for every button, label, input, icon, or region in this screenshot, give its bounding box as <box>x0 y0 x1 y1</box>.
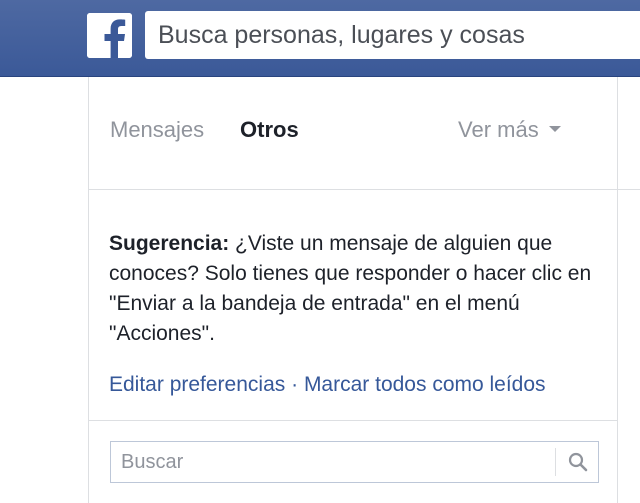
chevron-down-icon <box>548 126 561 133</box>
tip-message: Sugerencia: ¿Viste un mensaje de alguien… <box>109 229 604 349</box>
action-links: Editar preferencias · Marcar todos como … <box>109 373 546 397</box>
mark-all-read-link[interactable]: Marcar todos como leídos <box>304 373 546 396</box>
link-separator: · <box>285 373 304 396</box>
message-search-input[interactable]: Buscar <box>110 441 599 483</box>
tab-otros[interactable]: Otros <box>240 117 299 143</box>
ver-mas-label: Ver más <box>458 117 539 142</box>
search-button[interactable] <box>555 448 598 476</box>
tab-mensajes[interactable]: Mensajes <box>110 117 204 143</box>
search-icon <box>568 452 588 472</box>
message-tabs: Mensajes Otros Ver más <box>89 77 617 190</box>
edit-preferences-link[interactable]: Editar preferencias <box>109 373 285 396</box>
tip-label: Sugerencia: <box>109 232 230 255</box>
right-content-strip <box>618 190 640 503</box>
ver-mas-dropdown[interactable]: Ver más <box>458 117 561 143</box>
left-margin <box>0 77 88 503</box>
messages-panel: Mensajes Otros Ver más Sugerencia: ¿Vist… <box>88 77 618 503</box>
global-search-input[interactable]: Busca personas, lugares y cosas <box>145 11 640 59</box>
facebook-logo-icon[interactable] <box>87 13 132 58</box>
divider <box>89 420 617 421</box>
search-placeholder: Buscar <box>121 451 184 473</box>
top-navigation-bar: Busca personas, lugares y cosas <box>0 0 640 77</box>
right-header-strip <box>618 77 640 190</box>
